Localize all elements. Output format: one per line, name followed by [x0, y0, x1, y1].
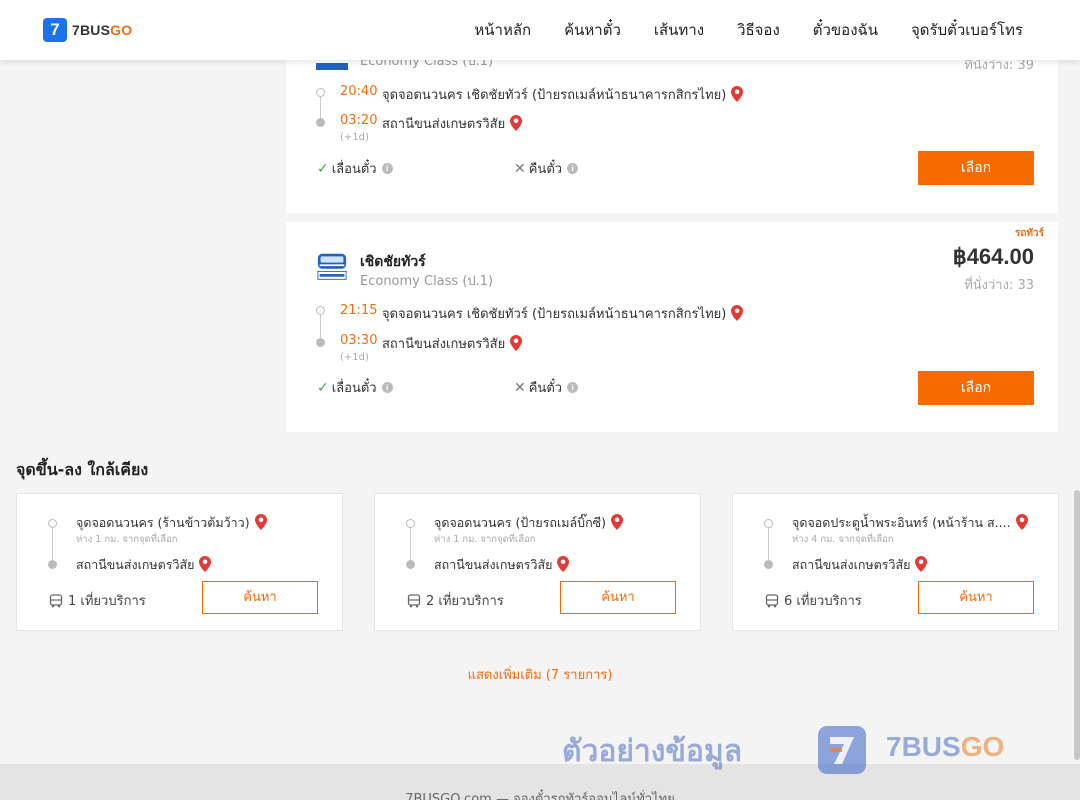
nearby-from-stop: จุดจอดนวนคร (ป้ายรถเมล์บิ๊กซี): [434, 513, 624, 533]
nav-home[interactable]: หน้าหลัก: [474, 18, 531, 42]
nearby-search-button[interactable]: ค้นหา: [560, 581, 676, 614]
select-trip-button[interactable]: เลือก: [918, 151, 1034, 185]
policy-change: ✓ เลื่อนตั๋ว i: [317, 158, 393, 179]
next-day-label: (+1d): [340, 352, 369, 363]
depart-stop: จุดจอดนวนคร เชิดชัยทัวร์ (ป้ายรถเมล์หน้า…: [382, 303, 744, 324]
depart-dot: [406, 519, 415, 528]
route-line: [410, 524, 411, 564]
seats-available: ที่นั่งว่าง: 33: [964, 278, 1034, 293]
operator-class: Economy Class (ป.1): [360, 274, 494, 289]
depart-dot: [48, 519, 57, 528]
arrive-time: 03:20: [340, 113, 378, 128]
map-pin-icon[interactable]: [611, 514, 624, 530]
nearby-card: จุดจอดประตูน้ำพระอินทร์ (หน้าร้าน ส.... …: [732, 493, 1059, 631]
cross-icon: ✕: [514, 379, 526, 396]
policy-refund: ✕ คืนตั๋ว i: [514, 158, 579, 179]
bus-icon: [49, 593, 63, 607]
arrive-dot: [406, 560, 415, 569]
arrive-time: 03:30: [340, 333, 378, 348]
top-header: 7 7BUSGO หน้าหลัก ค้นหาตั๋ว เส้นทาง วิธี…: [0, 0, 1080, 60]
policy-change: ✓ เลื่อนตั๋ว i: [317, 377, 393, 398]
map-pin-icon[interactable]: [510, 115, 523, 131]
depart-time: 20:40: [340, 84, 378, 99]
cross-icon: ✕: [514, 160, 526, 177]
map-pin-icon[interactable]: [510, 335, 523, 351]
show-more-link[interactable]: แสดงเพิ่มเติม (7 รายการ): [0, 664, 1080, 685]
arrive-dot: [316, 338, 325, 347]
logo-badge-icon: 7: [43, 18, 67, 42]
depart-dot: [316, 306, 325, 315]
map-pin-icon[interactable]: [199, 556, 212, 572]
nearby-distance: ห่าง 1 กม. จากจุดที่เลือก: [76, 534, 178, 545]
bus-icon: [765, 593, 779, 607]
nearby-to-stop: สถานีขนส่งเกษตรวิสัย: [792, 555, 928, 575]
nav-how-to-book[interactable]: วิธีจอง: [737, 18, 780, 42]
nearby-search-button[interactable]: ค้นหา: [202, 581, 318, 614]
nearby-distance: ห่าง 1 กม. จากจุดที่เลือก: [434, 534, 536, 545]
depart-dot: [764, 519, 773, 528]
bus-type-tag: รถทัวร์: [1014, 228, 1044, 239]
depart-dot: [316, 88, 325, 97]
map-pin-icon[interactable]: [731, 305, 744, 321]
map-pin-icon[interactable]: [731, 86, 744, 102]
nearby-from-stop: จุดจอดประตูน้ำพระอินทร์ (หน้าร้าน ส....: [792, 513, 1028, 533]
nearby-distance: ห่าง 4 กม. จากจุดที่เลือก: [792, 534, 894, 545]
nearby-trip-count: 2 เที่ยวบริการ: [407, 590, 504, 611]
nearby-search-button[interactable]: ค้นหา: [918, 581, 1034, 614]
nav-search-tickets[interactable]: ค้นหาตั๋ว: [564, 18, 621, 42]
watermark-text: ตัวอย่างข้อมูล: [562, 734, 743, 769]
info-icon[interactable]: i: [567, 163, 579, 174]
nearby-card: จุดจอดนวนคร (ป้ายรถเมล์บิ๊กซี) ห่าง 1 กม…: [374, 493, 701, 631]
map-pin-icon[interactable]: [557, 556, 570, 572]
footer-text: 7BUSGO.com — จองตั๋วรถทัวร์ออนไลน์ทั่วไท…: [405, 792, 675, 800]
check-icon: ✓: [317, 379, 329, 396]
main-nav: หน้าหลัก ค้นหาตั๋ว เส้นทาง วิธีจอง ตั๋วข…: [441, 0, 1023, 60]
ticket-price: ฿464.00: [952, 244, 1034, 269]
bus-icon: [407, 593, 421, 607]
nearby-trip-count: 6 เที่ยวบริการ: [765, 590, 862, 611]
route-line: [52, 524, 53, 564]
arrive-stop: สถานีขนส่งเกษตรวิสัย: [382, 333, 523, 354]
info-icon[interactable]: i: [381, 382, 393, 393]
nearby-card: จุดจอดนวนคร (ร้านข้าวต้มว้าว) ห่าง 1 กม.…: [16, 493, 343, 631]
nearby-trip-count: 1 เที่ยวบริการ: [49, 590, 146, 611]
operator-logo-icon: [317, 253, 347, 280]
site-logo[interactable]: 7 7BUSGO: [43, 18, 132, 42]
logo-text: 7BUSGO: [72, 22, 133, 38]
trip-card: รถทัวร์ เชิดชัยทัวร์ Economy Class (ป.1)…: [286, 222, 1058, 432]
select-trip-button[interactable]: เลือก: [918, 371, 1034, 405]
map-pin-icon[interactable]: [254, 514, 267, 530]
nearby-section-title: จุดขึ้น-ลง ใกล้เคียง: [16, 460, 149, 479]
check-icon: ✓: [317, 160, 329, 177]
depart-time: 21:15: [340, 303, 378, 318]
info-icon[interactable]: i: [381, 163, 393, 174]
page-footer: 7BUSGO.com — จองตั๋วรถทัวร์ออนไลน์ทั่วไท…: [0, 764, 1080, 800]
nav-ticket-pickup-phone[interactable]: จุดรับตั๋วเบอร์โทร: [911, 18, 1023, 42]
info-icon[interactable]: i: [567, 382, 579, 393]
map-pin-icon[interactable]: [1015, 514, 1028, 530]
nav-my-tickets[interactable]: ตั๋วของฉัน: [813, 18, 878, 42]
nearby-from-stop: จุดจอดนวนคร (ร้านข้าวต้มว้าว): [76, 513, 267, 533]
map-pin-icon[interactable]: [915, 556, 928, 572]
route-line: [768, 524, 769, 564]
arrive-dot: [764, 560, 773, 569]
nearby-to-stop: สถานีขนส่งเกษตรวิสัย: [76, 555, 212, 575]
policy-refund: ✕ คืนตั๋ว i: [514, 377, 579, 398]
depart-stop: จุดจอดนวนคร เชิดชัยทัวร์ (ป้ายรถเมล์หน้า…: [382, 84, 744, 105]
watermark-logo-icon: [818, 726, 866, 774]
next-day-label: (+1d): [340, 132, 369, 143]
arrive-dot: [316, 118, 325, 127]
watermark-brand: 7BUSGO: [886, 731, 1005, 762]
arrive-dot: [48, 560, 57, 569]
nav-routes[interactable]: เส้นทาง: [654, 18, 704, 42]
nearby-to-stop: สถานีขนส่งเกษตรวิสัย: [434, 555, 570, 575]
page-scrollbar[interactable]: [1074, 490, 1080, 760]
arrive-stop: สถานีขนส่งเกษตรวิสัย: [382, 113, 523, 134]
